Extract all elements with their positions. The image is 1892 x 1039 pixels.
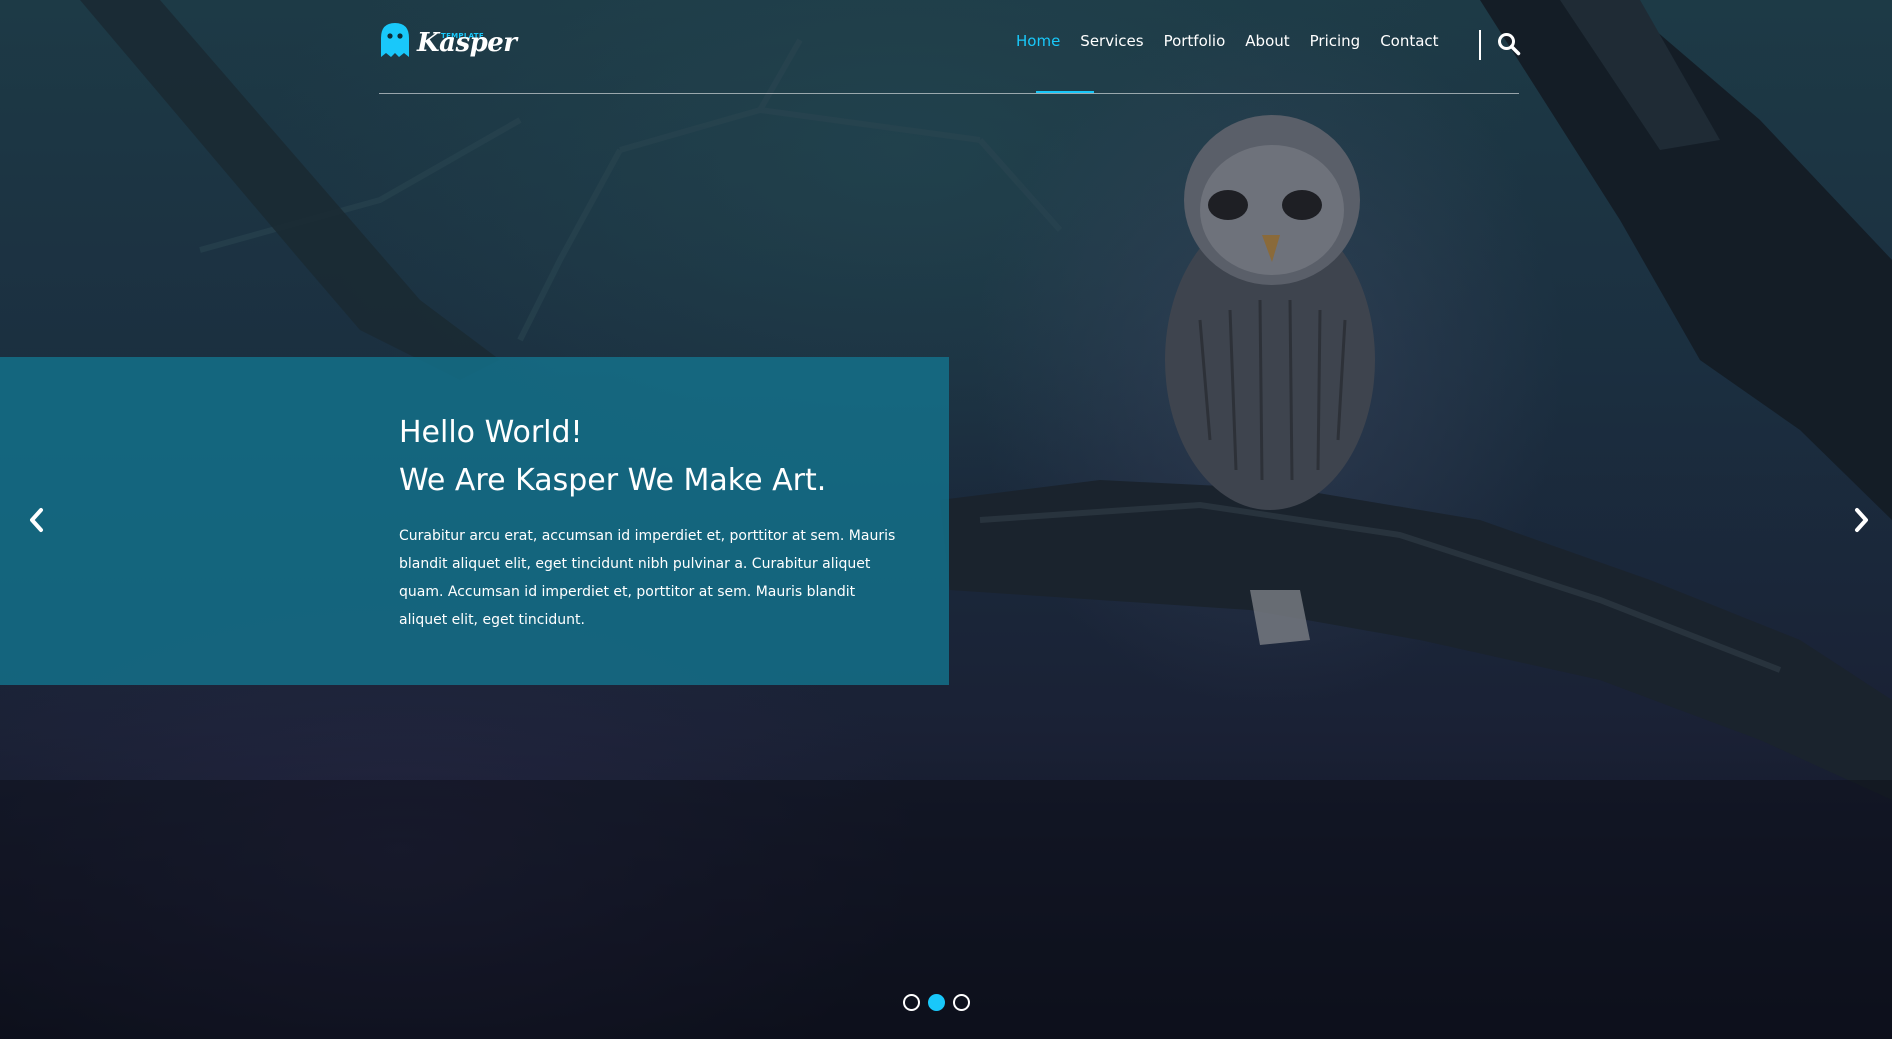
slider-pagination xyxy=(903,994,978,1011)
site-header: TEMPLATE Kasper Home Services Portfolio … xyxy=(379,0,1521,94)
nav-link-home[interactable]: Home xyxy=(1016,32,1060,92)
slider-dot-2[interactable] xyxy=(928,994,945,1011)
main-nav: Home Services Portfolio About Pricing Co… xyxy=(1016,32,1459,92)
chevron-right-icon xyxy=(1855,508,1868,532)
logo-wordmark: Kasper xyxy=(417,28,517,58)
hero-title-line2: We Are Kasper We Make Art. xyxy=(399,463,827,498)
nav-link-portfolio[interactable]: Portfolio xyxy=(1164,32,1226,92)
hero-title-line1: Hello World! xyxy=(399,415,583,450)
slider-next-button[interactable] xyxy=(1846,505,1876,535)
nav-link-services[interactable]: Services xyxy=(1080,32,1143,92)
slider-dot-3[interactable] xyxy=(953,994,970,1011)
slider-dot-1[interactable] xyxy=(903,994,920,1011)
hero-section: TEMPLATE Kasper Home Services Portfolio … xyxy=(0,0,1892,1039)
nav-link-contact[interactable]: Contact xyxy=(1380,32,1438,92)
search-button[interactable] xyxy=(1497,32,1521,60)
hero-description: Curabitur arcu erat, accumsan id imperdi… xyxy=(399,528,896,628)
search-icon xyxy=(1498,33,1521,56)
nav-link-about[interactable]: About xyxy=(1245,32,1289,92)
active-nav-indicator xyxy=(1036,91,1094,93)
ghost-icon xyxy=(381,23,409,57)
hero-caption: Hello World! We Are Kasper We Make Art. … xyxy=(0,357,949,685)
slider-prev-button[interactable] xyxy=(22,505,52,535)
nav-divider xyxy=(1479,30,1481,60)
nav-link-pricing[interactable]: Pricing xyxy=(1310,32,1361,92)
chevron-left-icon xyxy=(30,508,43,532)
logo[interactable]: TEMPLATE Kasper xyxy=(379,20,517,64)
hero-title: Hello World! We Are Kasper We Make Art. xyxy=(399,409,826,505)
